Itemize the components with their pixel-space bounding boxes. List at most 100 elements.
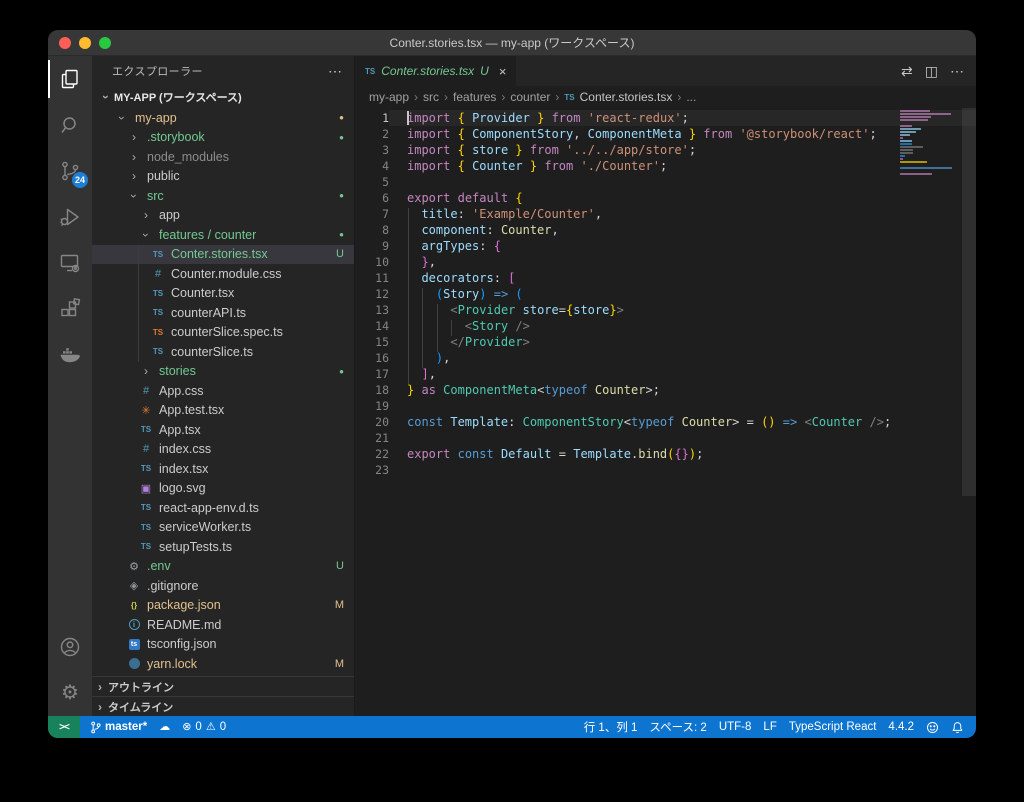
docker-icon[interactable] [48,332,92,378]
minimap-line [900,125,912,127]
tree-item-counterapi-ts[interactable]: TScounterAPI.ts [92,303,354,323]
tree-item-setuptests-ts[interactable]: TSsetupTests.ts [92,537,354,557]
breadcrumb-item[interactable]: Conter.stories.tsx [580,90,673,104]
code-line[interactable]: 22export const Default = Template.bind({… [355,446,976,462]
code-line[interactable]: 7 title: 'Example/Counter', [355,206,976,222]
settings-gear-icon[interactable]: ⚙ [48,670,92,716]
tree-item-label: features / counter [159,228,256,242]
explorer-more-icon[interactable]: ⋯ [328,64,342,78]
publish-changes-button[interactable]: ☁ [153,716,176,738]
tree-item-node-modules[interactable]: ›node_modules [92,147,354,167]
minimize-window-button[interactable] [79,37,91,49]
tab-conter-stories[interactable]: TS Conter.stories.tsx U × [355,56,516,86]
tree-item-logo-svg[interactable]: ▣logo.svg [92,479,354,499]
tree-item-index-tsx[interactable]: TSindex.tsx [92,459,354,479]
tree-item-counter-module-css[interactable]: #Counter.module.css [92,264,354,284]
code-line[interactable]: 14 <Story /> [355,318,976,334]
breadcrumb-item[interactable]: ... [686,90,696,104]
feedback-icon[interactable] [920,716,945,738]
tree-item-public[interactable]: ›public [92,167,354,187]
tree-item-index-css[interactable]: #index.css [92,440,354,460]
source-control-icon[interactable]: 24 [48,148,92,194]
code-line[interactable]: 13 <Provider store={store}> [355,302,976,318]
notifications-bell-icon[interactable] [945,716,970,738]
split-editor-icon[interactable]: ◫ [925,63,938,80]
code-line[interactable]: 15 </Provider> [355,334,976,350]
search-icon[interactable] [48,102,92,148]
code-line[interactable]: 11 decorators: [ [355,270,976,286]
code-line[interactable]: 20const Template: ComponentStory<typeof … [355,414,976,430]
tree-item-tsconfig-json[interactable]: tstsconfig.json [92,635,354,655]
minimap[interactable] [900,110,962,179]
code-area[interactable]: 1import { Provider } from 'react-redux';… [355,108,976,716]
git-dot-badge: ● [339,191,344,200]
tree-item-stories[interactable]: ›stories● [92,362,354,382]
ts-version-status[interactable]: 4.4.2 [882,716,920,738]
code-line[interactable]: 6export default { [355,190,976,206]
remote-explorer-icon[interactable] [48,240,92,286]
code-line[interactable]: 12 (Story) => ( [355,286,976,302]
tree-item-counter-tsx[interactable]: TSCounter.tsx [92,284,354,304]
code-line[interactable]: 4import { Counter } from './Counter'; [355,158,976,174]
eol-status[interactable]: LF [757,716,782,738]
code-line[interactable]: 8 component: Counter, [355,222,976,238]
code-line[interactable]: 2import { ComponentStory, ComponentMeta … [355,126,976,142]
breadcrumb-item[interactable]: src [423,90,439,104]
code-line[interactable]: 10 }, [355,254,976,270]
tree-item-counterslice-spec-ts[interactable]: TScounterSlice.spec.ts [92,323,354,343]
remote-indicator[interactable]: >< [48,716,80,738]
code-line[interactable]: 3import { store } from '../../app/store'… [355,142,976,158]
tree-item-label: stories [159,364,196,378]
tree-item--storybook[interactable]: ›.storybook● [92,128,354,148]
code-line[interactable]: 19 [355,398,976,414]
outline-section-header[interactable]: › アウトライン [92,676,354,696]
tree-item-app-tsx[interactable]: TSApp.tsx [92,420,354,440]
problems-status[interactable]: ⊗ 0 ⚠ 0 [176,716,232,738]
code-line[interactable]: 17 ], [355,366,976,382]
tree-item-app-test-tsx[interactable]: ✳App.test.tsx [92,401,354,421]
minimap-line [900,173,932,175]
maximize-window-button[interactable] [99,37,111,49]
scrollbar[interactable] [962,108,976,496]
breadcrumb-item[interactable]: counter [510,90,550,104]
tree-item-my-app[interactable]: ›my-app● [92,108,354,128]
workspace-root-row[interactable]: › MY-APP (ワークスペース) [92,86,354,108]
extensions-icon[interactable] [48,286,92,332]
tab-close-icon[interactable]: × [499,64,507,79]
run-debug-icon[interactable] [48,194,92,240]
breadcrumb-item[interactable]: features [453,90,496,104]
close-window-button[interactable] [59,37,71,49]
account-icon[interactable] [48,624,92,670]
tree-item-app[interactable]: ›app [92,206,354,226]
code-line[interactable]: 9 argTypes: { [355,238,976,254]
code-line[interactable]: 18} as ComponentMeta<typeof Counter>; [355,382,976,398]
breadcrumb-item[interactable]: my-app [369,90,409,104]
tree-item-src[interactable]: ›src● [92,186,354,206]
tree-item-serviceworker-ts[interactable]: TSserviceWorker.ts [92,518,354,538]
tree-item-app-css[interactable]: #App.css [92,381,354,401]
tree-item--gitignore[interactable]: ◈.gitignore [92,576,354,596]
encoding-status[interactable]: UTF-8 [713,716,758,738]
tree-item-package-json[interactable]: {}package.jsonM [92,596,354,616]
tree-item-react-app-env-d-ts[interactable]: TSreact-app-env.d.ts [92,498,354,518]
cursor-position-status[interactable]: 行 1、列 1 [578,716,644,738]
editor-more-actions-icon[interactable]: ⋯ [950,63,964,80]
git-branch-status[interactable]: master* [84,716,153,738]
open-changes-icon[interactable]: ⇄ [901,63,913,80]
explorer-icon[interactable] [48,56,92,102]
tree-item-features-counter[interactable]: ›features / counter● [92,225,354,245]
language-mode-status[interactable]: TypeScript React [783,716,883,738]
timeline-section-header[interactable]: › タイムライン [92,696,354,716]
tree-item-conter-stories-tsx[interactable]: TSConter.stories.tsxU [92,245,354,265]
code-line[interactable]: 21 [355,430,976,446]
code-line[interactable]: 16 ), [355,350,976,366]
code-line[interactable]: 5 [355,174,976,190]
tree-item-readme-md[interactable]: iREADME.md [92,615,354,635]
tree-item-counterslice-ts[interactable]: TScounterSlice.ts [92,342,354,362]
tree-item-yarn-lock[interactable]: yarn.lockM [92,654,354,674]
indentation-status[interactable]: スペース: 2 [643,716,712,738]
code-line[interactable]: 1import { Provider } from 'react-redux'; [355,110,976,126]
breadcrumb-separator: › [444,90,448,104]
code-line[interactable]: 23 [355,462,976,478]
tree-item--env[interactable]: ⚙.envU [92,557,354,577]
